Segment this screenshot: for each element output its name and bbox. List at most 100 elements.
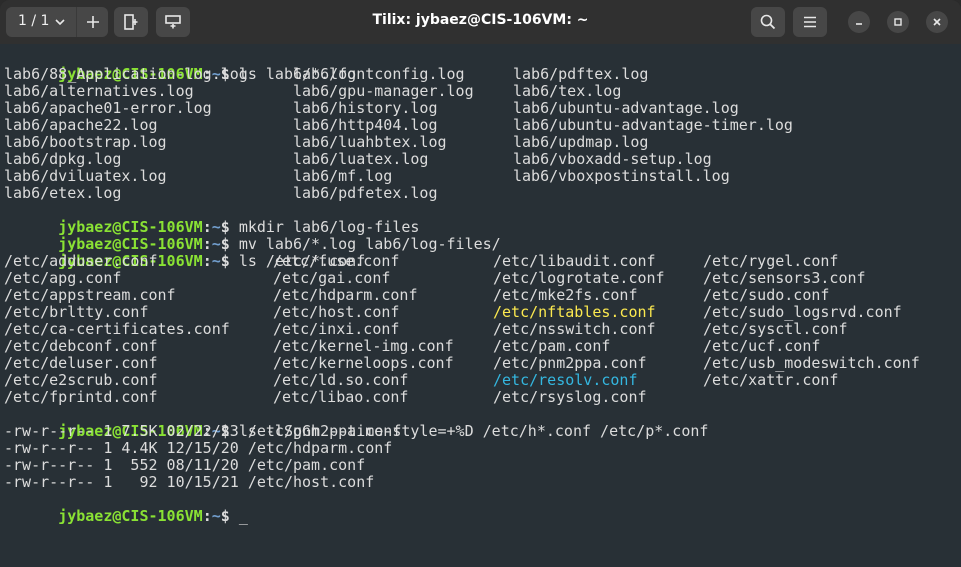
file-entry: lab6/luatex.log — [293, 150, 429, 168]
file-entry: /etc/libaudit.conf — [493, 252, 656, 270]
file-entry: lab6/luahbtex.log — [293, 133, 447, 151]
file-entry: /etc/sensors3.conf — [703, 269, 866, 287]
file-entry: /etc/fprintd.conf — [4, 388, 158, 406]
long-listing-row: -rw-r--r-- 1 4.4K 12/15/20 /etc/hdparm.c… — [4, 439, 393, 457]
output-row: /etc/debconf.conf /etc/kernel-img.conf /… — [4, 338, 954, 355]
file-entry: lab6/pdfetex.log — [293, 184, 438, 202]
output-row: lab6/dviluatex.log lab6/mf.log lab6/vbox… — [4, 168, 954, 185]
output-row: /etc/adduser.conf /etc/fuse.conf /etc/li… — [4, 253, 954, 270]
prompt-line: jybaez@CIS-106VM:~$ ls lab6/*.log — [4, 49, 356, 83]
output-row: lab6/alternatives.log lab6/gpu-manager.l… — [4, 83, 954, 100]
file-entry: lab6/fontconfig.log — [293, 65, 465, 83]
file-entry: /etc/e2scrub.conf — [4, 371, 158, 389]
file-entry-symlink: /etc/resolv.conf — [493, 371, 638, 389]
close-icon — [933, 18, 941, 26]
file-entry: lab6/etex.log — [4, 184, 122, 202]
prompt-line: jybaez@CIS-106VM:~$ ls -lSgGh --time-sty… — [4, 406, 708, 440]
file-entry: lab6/pdftex.log — [513, 65, 649, 83]
file-entry: /etc/rygel.conf — [703, 252, 839, 270]
maximize-icon — [894, 18, 902, 26]
terminal-cursor[interactable]: _ — [239, 507, 248, 525]
long-listing-row: -rw-r--r-- 1 7.5K 02/22/23 /etc/pnm2ppa.… — [4, 422, 402, 440]
minimize-button[interactable] — [848, 11, 870, 33]
prompt-path: ~ — [211, 507, 221, 525]
output-row: lab6/etex.log lab6/pdfetex.log — [4, 185, 954, 202]
file-entry: /etc/adduser.conf — [4, 252, 158, 270]
output-row: /etc/e2scrub.conf /etc/ld.so.conf /etc/r… — [4, 372, 954, 389]
file-entry: /etc/ld.so.conf — [273, 371, 409, 389]
file-entry: /etc/usb_modeswitch.conf — [703, 354, 920, 372]
file-entry: lab6/ubuntu-advantage.log — [513, 99, 739, 117]
file-entry: /etc/gai.conf — [273, 269, 391, 287]
file-entry: lab6/bootstrap.log — [4, 133, 167, 151]
file-entry: lab6/apache22.log — [4, 116, 158, 134]
file-entry: lab6/alternatives.log — [4, 82, 194, 100]
file-entry: /etc/hdparm.conf — [273, 286, 418, 304]
file-entry: /etc/brltty.conf — [4, 303, 149, 321]
file-entry: lab6/88_Application-log.log — [4, 65, 248, 83]
output-row: /etc/fprintd.conf /etc/libao.conf /etc/r… — [4, 389, 954, 406]
file-entry: /etc/inxi.conf — [273, 320, 400, 338]
file-entry: lab6/http404.log — [293, 116, 438, 134]
file-entry: lab6/mf.log — [293, 167, 393, 185]
output-row: /etc/ca-certificates.conf /etc/inxi.conf… — [4, 321, 954, 338]
file-entry: /etc/nsswitch.conf — [493, 320, 656, 338]
output-row: /etc/appstream.conf /etc/hdparm.conf /et… — [4, 287, 954, 304]
output-row: lab6/bootstrap.log lab6/luahbtex.log lab… — [4, 134, 954, 151]
search-button[interactable] — [751, 7, 785, 37]
output-row: /etc/brltty.conf /etc/host.conf /etc/nft… — [4, 304, 954, 321]
file-entry: lab6/apache01-error.log — [4, 99, 212, 117]
file-entry: lab6/history.log — [293, 99, 438, 117]
file-entry: lab6/vboxpostinstall.log — [513, 167, 730, 185]
search-icon — [760, 14, 776, 30]
menu-button[interactable] — [793, 7, 827, 37]
terminal-area[interactable]: jybaez@CIS-106VM:~$ ls lab6/*.log lab6/8… — [0, 44, 961, 567]
maximize-button[interactable] — [887, 11, 909, 33]
file-entry: /etc/fuse.conf — [273, 252, 400, 270]
file-entry: /etc/apg.conf — [4, 269, 122, 287]
output-row: lab6/dpkg.log lab6/luatex.log lab6/vboxa… — [4, 151, 954, 168]
file-entry: /etc/rsyslog.conf — [493, 388, 647, 406]
prompt-line: jybaez@CIS-106VM:~$ mkdir lab6/log-files — [4, 202, 419, 236]
file-entry: /etc/pam.conf — [493, 337, 611, 355]
prompt-line-active[interactable]: jybaez@CIS-106VM:~$ _ — [4, 491, 248, 525]
file-entry: /etc/xattr.conf — [703, 371, 839, 389]
long-listing-row: -rw-r--r-- 1 552 08/11/20 /etc/pam.conf — [4, 456, 366, 474]
file-entry: /etc/logrotate.conf — [493, 269, 665, 287]
file-entry: /etc/ucf.conf — [703, 337, 821, 355]
file-entry: /etc/debconf.conf — [4, 337, 158, 355]
file-entry: lab6/dpkg.log — [4, 150, 122, 168]
file-entry: /etc/libao.conf — [273, 388, 409, 406]
output-row: lab6/apache01-error.log lab6/history.log… — [4, 100, 954, 117]
prompt-line: jybaez@CIS-106VM:~$ mv lab6/*.log lab6/l… — [4, 219, 501, 253]
file-entry: /etc/mke2fs.conf — [493, 286, 638, 304]
output-row: /etc/apg.conf /etc/gai.conf /etc/logrota… — [4, 270, 954, 287]
hamburger-menu-icon — [804, 16, 816, 28]
output-row: lab6/88_Application-log.log lab6/fontcon… — [4, 66, 954, 83]
file-entry: lab6/vboxadd-setup.log — [513, 150, 712, 168]
prompt-separator: : — [202, 507, 212, 525]
prompt-line: jybaez@CIS-106VM:~$ ls /etc/*.conf — [4, 236, 365, 270]
file-entry: /etc/appstream.conf — [4, 286, 176, 304]
output-row: lab6/apache22.log lab6/http404.log lab6/… — [4, 117, 954, 134]
file-entry: /etc/sudo.conf — [703, 286, 830, 304]
long-listing-row: -rw-r--r-- 1 92 10/15/21 /etc/host.conf — [4, 473, 375, 491]
file-entry: /etc/ca-certificates.conf — [4, 320, 230, 338]
file-entry: lab6/updmap.log — [513, 133, 649, 151]
file-entry: /etc/host.conf — [273, 303, 400, 321]
file-entry: /etc/kerneloops.conf — [273, 354, 454, 372]
file-entry: /etc/pnm2ppa.conf — [493, 354, 647, 372]
file-entry: lab6/dviluatex.log — [4, 167, 167, 185]
file-entry: /etc/sudo_logsrvd.conf — [703, 303, 902, 321]
prompt-symbol: $ — [220, 507, 230, 525]
file-entry: lab6/gpu-manager.log — [293, 82, 474, 100]
file-entry: lab6/ubuntu-advantage-timer.log — [513, 116, 793, 134]
title-bar[interactable]: 1 / 1 Tilix: jybaez@CIS-106VM: ~ — [0, 0, 961, 44]
file-entry: /etc/sysctl.conf — [703, 320, 848, 338]
output-row: /etc/deluser.conf /etc/kerneloops.conf /… — [4, 355, 954, 372]
close-button[interactable] — [926, 11, 948, 33]
file-entry: lab6/tex.log — [513, 82, 622, 100]
file-entry: /etc/deluser.conf — [4, 354, 158, 372]
file-entry: /etc/kernel-img.conf — [273, 337, 454, 355]
prompt-user: jybaez@CIS-106VM — [58, 507, 203, 525]
